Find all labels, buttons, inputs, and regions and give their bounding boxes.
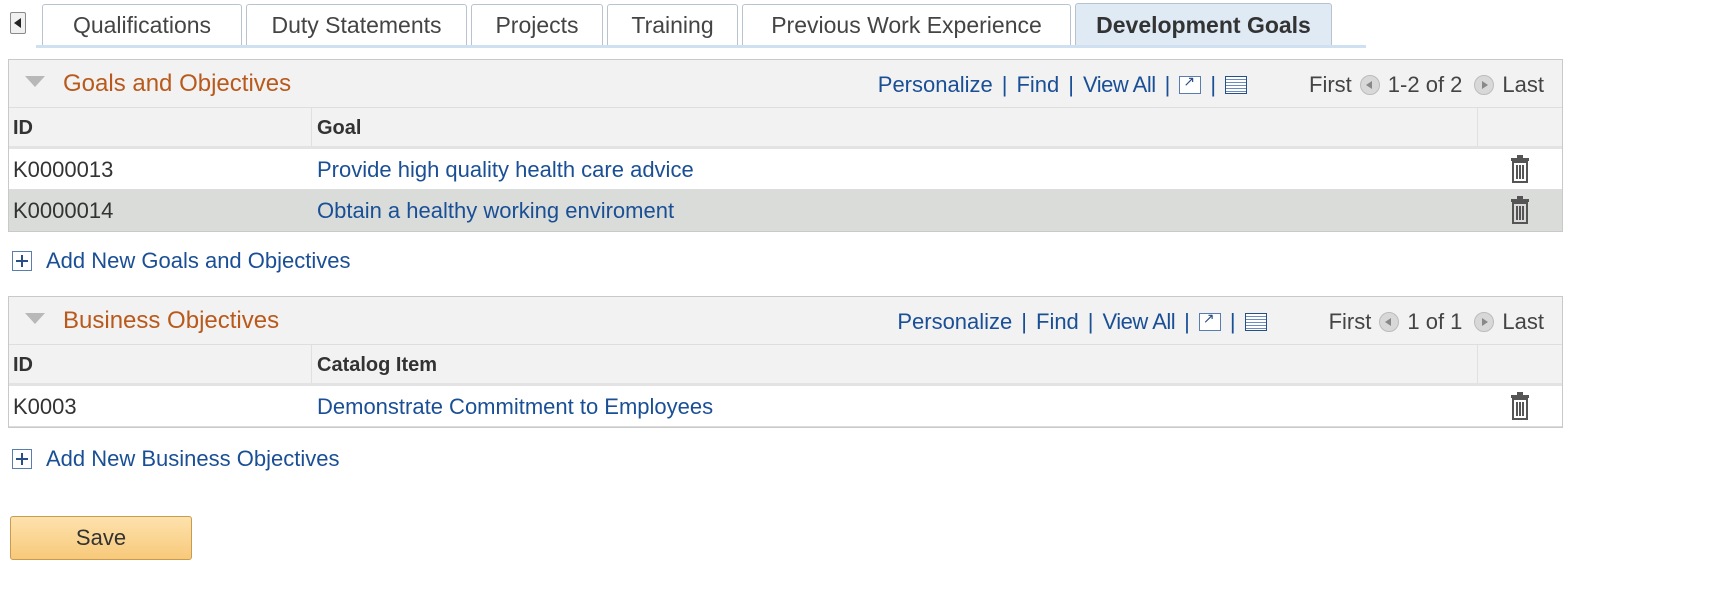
column-header-goal: Goal [317, 117, 362, 139]
personalize-link[interactable]: Personalize [878, 72, 993, 98]
separator: | [1001, 72, 1008, 97]
business-objectives-grid: Business Objectives Personalize | Find |… [8, 296, 1563, 428]
previous-row-icon[interactable] [1379, 312, 1400, 332]
catalog-item-link[interactable]: Demonstrate Commitment to Employees [317, 394, 713, 420]
first-link[interactable]: First [1329, 309, 1372, 335]
tab-label: Qualifications [72, 12, 212, 38]
grid-toolbar: Personalize | Find | View All | | First … [897, 309, 1544, 335]
previous-row-icon[interactable] [1359, 75, 1380, 95]
grid-toolbar: Personalize | Find | View All | | First … [878, 72, 1544, 98]
grid-title: Business Objectives [63, 307, 280, 334]
separator: | [1021, 309, 1027, 334]
tab-projects[interactable]: Projects [471, 4, 603, 46]
column-divider [1477, 108, 1478, 146]
trash-icon[interactable] [1510, 155, 1530, 183]
plus-icon [12, 449, 32, 469]
trash-icon[interactable] [1510, 196, 1530, 224]
table-row: K0000013 Provide high quality health car… [9, 149, 1562, 190]
tab-label: Previous Work Experience [771, 12, 1042, 38]
row-range: 1-2 of 2 [1387, 72, 1463, 97]
column-header-id: ID [13, 354, 33, 376]
last-link[interactable]: Last [1502, 72, 1544, 98]
collapse-triangle-icon[interactable] [25, 76, 45, 87]
tab-duty-statements[interactable]: Duty Statements [246, 4, 467, 46]
table-row: K0000014 Obtain a healthy working enviro… [9, 190, 1562, 231]
download-spreadsheet-icon[interactable] [1225, 76, 1248, 94]
goal-id: K0000014 [13, 198, 114, 223]
add-business-objective-label: Add New Business Objectives [46, 446, 340, 471]
column-header-row: ID Catalog Item [9, 345, 1562, 386]
column-divider [311, 345, 312, 383]
find-link[interactable]: Find [1016, 72, 1059, 98]
tab-strip: Qualifications Duty Statements Projects … [0, 0, 1600, 48]
separator: | [1068, 72, 1074, 97]
column-header-row: ID Goal [9, 108, 1562, 149]
table-row: K0003 Demonstrate Commitment to Employee… [9, 386, 1562, 427]
tab-label: Training [631, 12, 714, 38]
column-divider [1477, 345, 1478, 383]
download-spreadsheet-icon[interactable] [1244, 313, 1267, 331]
first-link[interactable]: First [1309, 72, 1352, 98]
column-header-catalog-item: Catalog Item [317, 354, 438, 376]
grid-header: Business Objectives Personalize | Find |… [9, 297, 1562, 345]
tab-scroll-left-icon[interactable] [10, 12, 26, 34]
trash-icon[interactable] [1510, 392, 1530, 420]
last-link[interactable]: Last [1502, 309, 1544, 335]
add-goal-label: Add New Goals and Objectives [46, 248, 351, 273]
collapse-triangle-icon[interactable] [25, 313, 45, 324]
objective-id: K0003 [13, 394, 77, 419]
tab-qualifications[interactable]: Qualifications [42, 4, 242, 46]
goal-link[interactable]: Provide high quality health care advice [317, 157, 694, 183]
view-all-link[interactable]: View All [1083, 72, 1156, 98]
tab-label: Development Goals [1096, 12, 1311, 38]
tab-training[interactable]: Training [607, 4, 738, 46]
add-business-objective-button[interactable]: Add New Business Objectives [12, 446, 339, 472]
tab-label: Projects [495, 12, 579, 38]
grid-header: Goals and Objectives Personalize | Find … [9, 60, 1562, 108]
personalize-link[interactable]: Personalize [897, 309, 1012, 335]
separator: | [1210, 72, 1217, 97]
separator: | [1184, 309, 1190, 334]
tab-underline [36, 45, 1366, 48]
goals-grid: Goals and Objectives Personalize | Find … [8, 59, 1563, 232]
row-range: 1 of 1 [1407, 309, 1463, 334]
goal-id: K0000013 [13, 157, 114, 182]
new-window-icon[interactable] [1198, 310, 1221, 331]
plus-icon [12, 251, 32, 271]
separator: | [1229, 309, 1236, 334]
next-row-icon[interactable] [1474, 312, 1495, 332]
find-link[interactable]: Find [1036, 309, 1079, 335]
goal-link[interactable]: Obtain a healthy working enviroment [317, 198, 674, 224]
separator: | [1164, 72, 1171, 97]
view-all-link[interactable]: View All [1103, 309, 1176, 335]
save-button[interactable]: Save [10, 516, 192, 560]
next-row-icon[interactable] [1474, 75, 1495, 95]
tab-previous-work-experience[interactable]: Previous Work Experience [742, 4, 1071, 46]
tab-development-goals[interactable]: Development Goals [1075, 3, 1332, 47]
tab-label: Duty Statements [271, 12, 442, 38]
grid-title: Goals and Objectives [63, 70, 292, 97]
separator: | [1087, 309, 1094, 334]
new-window-icon[interactable] [1179, 73, 1202, 94]
column-divider [311, 108, 312, 146]
add-goal-button[interactable]: Add New Goals and Objectives [12, 248, 351, 274]
column-header-id: ID [13, 117, 33, 139]
